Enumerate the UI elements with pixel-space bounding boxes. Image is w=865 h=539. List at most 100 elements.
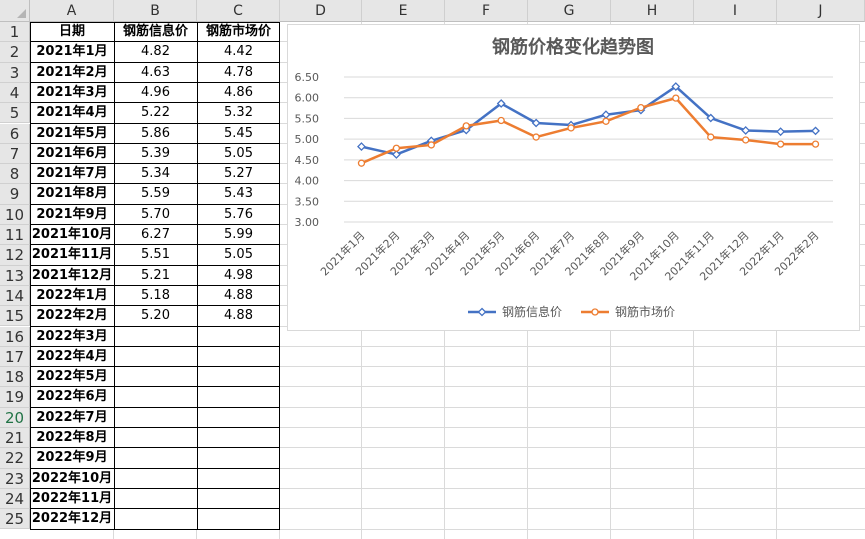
data-point[interactable] — [602, 117, 610, 125]
date-cell[interactable]: 2021年1月 — [30, 42, 114, 63]
info-price-cell[interactable] — [114, 407, 197, 428]
date-cell[interactable]: 2022年5月 — [30, 367, 114, 388]
data-point[interactable] — [427, 141, 435, 149]
row-header-17[interactable]: 17 — [0, 346, 30, 368]
column-header-a[interactable]: A — [30, 0, 114, 22]
date-cell[interactable]: 2021年5月 — [30, 123, 114, 144]
spreadsheet[interactable]: ABCDEFGHIJ 1 2 3 4 5 6 7 8 9 10 11 12 13 14 15 16 17 18 19… — [0, 0, 865, 539]
row-header-12[interactable]: 12 — [0, 245, 30, 266]
row-header-16[interactable]: 16 — [0, 326, 30, 347]
market-price-cell[interactable] — [197, 448, 280, 469]
row-header-14[interactable]: 14 — [0, 285, 30, 307]
row-header-13[interactable]: 13 — [0, 265, 30, 286]
date-cell[interactable]: 2022年9月 — [30, 448, 114, 469]
data-point[interactable] — [637, 104, 645, 112]
data-point[interactable] — [601, 110, 611, 120]
row-header-19[interactable]: 19 — [0, 387, 30, 408]
info-price-cell[interactable] — [114, 428, 197, 449]
market-price-cell[interactable]: 5.05 — [197, 143, 280, 165]
row-header-1[interactable]: 1 — [0, 22, 30, 43]
market-price-cell[interactable] — [197, 387, 280, 408]
info-price-cell[interactable]: 5.18 — [114, 285, 197, 307]
date-cell[interactable]: 2021年6月 — [30, 143, 114, 165]
row-header-4[interactable]: 4 — [0, 82, 30, 104]
header-cell[interactable]: 日期 — [30, 22, 114, 43]
data-point[interactable] — [391, 150, 401, 159]
market-price-cell[interactable]: 4.42 — [197, 42, 280, 63]
market-price-cell[interactable]: 5.45 — [197, 123, 280, 144]
column-header-i[interactable]: I — [694, 0, 777, 22]
market-price-cell[interactable] — [197, 346, 280, 368]
date-cell[interactable]: 2022年12月 — [30, 509, 114, 530]
date-cell[interactable]: 2022年11月 — [30, 488, 114, 510]
date-cell[interactable]: 2021年8月 — [30, 184, 114, 205]
market-price-cell[interactable] — [197, 367, 280, 388]
column-header-j[interactable]: J — [777, 0, 865, 22]
market-price-cell[interactable]: 4.78 — [197, 62, 280, 83]
market-price-cell[interactable]: 5.05 — [197, 245, 280, 266]
data-point[interactable] — [811, 140, 820, 148]
info-price-cell[interactable]: 5.22 — [114, 103, 197, 124]
market-price-cell[interactable]: 4.98 — [197, 265, 280, 286]
info-price-cell[interactable] — [114, 448, 197, 469]
info-price-cell[interactable] — [114, 488, 197, 510]
market-price-cell[interactable]: 5.43 — [197, 184, 280, 205]
info-price-cell[interactable]: 5.70 — [114, 204, 197, 225]
info-price-cell[interactable]: 5.86 — [114, 123, 197, 144]
market-price-cell[interactable]: 5.32 — [197, 103, 280, 124]
date-cell[interactable]: 2021年12月 — [30, 265, 114, 286]
info-price-cell[interactable] — [114, 468, 197, 489]
row-header-2[interactable]: 2 — [0, 42, 30, 63]
column-header-c[interactable]: C — [197, 0, 280, 22]
row-header-3[interactable]: 3 — [0, 62, 30, 83]
row-header-24[interactable]: 24 — [0, 488, 30, 510]
market-price-cell[interactable] — [197, 509, 280, 530]
row-header-23[interactable]: 23 — [0, 468, 30, 489]
line-chart[interactable]: 钢筋价格变化趋势图 3.00 3.50 4.00 4.50 5.00 5.50 6.00 6.… — [287, 24, 860, 331]
info-price-cell[interactable] — [114, 387, 197, 408]
data-point[interactable] — [567, 124, 575, 132]
data-point[interactable] — [811, 126, 820, 136]
info-price-cell[interactable]: 5.20 — [114, 306, 197, 327]
column-header-f[interactable]: F — [445, 0, 528, 22]
row-header-18[interactable]: 18 — [0, 367, 30, 388]
market-price-cell[interactable]: 4.86 — [197, 82, 280, 104]
column-header-h[interactable]: H — [611, 0, 694, 22]
header-cell[interactable]: 钢筋市场价 — [197, 22, 280, 43]
info-price-cell[interactable]: 5.51 — [114, 245, 197, 266]
data-point[interactable] — [776, 127, 786, 137]
date-cell[interactable]: 2021年4月 — [30, 103, 114, 124]
info-price-cell[interactable]: 6.27 — [114, 225, 197, 246]
select-all-corner[interactable] — [0, 0, 30, 22]
row-header-21[interactable]: 21 — [0, 428, 30, 449]
header-cell[interactable]: 钢筋信息价 — [114, 22, 197, 43]
date-cell[interactable]: 2022年3月 — [30, 326, 114, 347]
info-price-cell[interactable]: 4.96 — [114, 82, 197, 104]
data-point[interactable] — [462, 122, 470, 130]
date-cell[interactable]: 2022年4月 — [30, 346, 114, 368]
market-price-cell[interactable]: 5.76 — [197, 204, 280, 225]
info-price-cell[interactable]: 5.39 — [114, 143, 197, 165]
row-header-7[interactable]: 7 — [0, 143, 30, 165]
info-price-cell[interactable]: 5.59 — [114, 184, 197, 205]
row-header-10[interactable]: 10 — [0, 204, 30, 225]
market-price-cell[interactable] — [197, 407, 280, 428]
info-price-cell[interactable]: 4.82 — [114, 42, 197, 63]
date-cell[interactable]: 2022年6月 — [30, 387, 114, 408]
column-header-g[interactable]: G — [528, 0, 611, 22]
data-point[interactable] — [707, 133, 715, 141]
market-price-cell[interactable]: 5.27 — [197, 164, 280, 185]
info-price-cell[interactable] — [114, 326, 197, 347]
date-cell[interactable]: 2022年8月 — [30, 428, 114, 449]
row-header-5[interactable]: 5 — [0, 103, 30, 124]
column-header-b[interactable]: B — [114, 0, 197, 22]
date-cell[interactable]: 2022年2月 — [30, 306, 114, 327]
chart-legend[interactable]: 钢筋信息价 钢筋市场价 — [468, 304, 675, 319]
data-point[interactable] — [742, 136, 750, 144]
market-price-cell[interactable] — [197, 488, 280, 510]
date-cell[interactable]: 2022年7月 — [30, 407, 114, 428]
market-price-cell[interactable]: 4.88 — [197, 285, 280, 307]
row-header-11[interactable]: 11 — [0, 225, 30, 246]
market-price-cell[interactable]: 4.88 — [197, 306, 280, 327]
row-header-9[interactable]: 9 — [0, 184, 30, 205]
